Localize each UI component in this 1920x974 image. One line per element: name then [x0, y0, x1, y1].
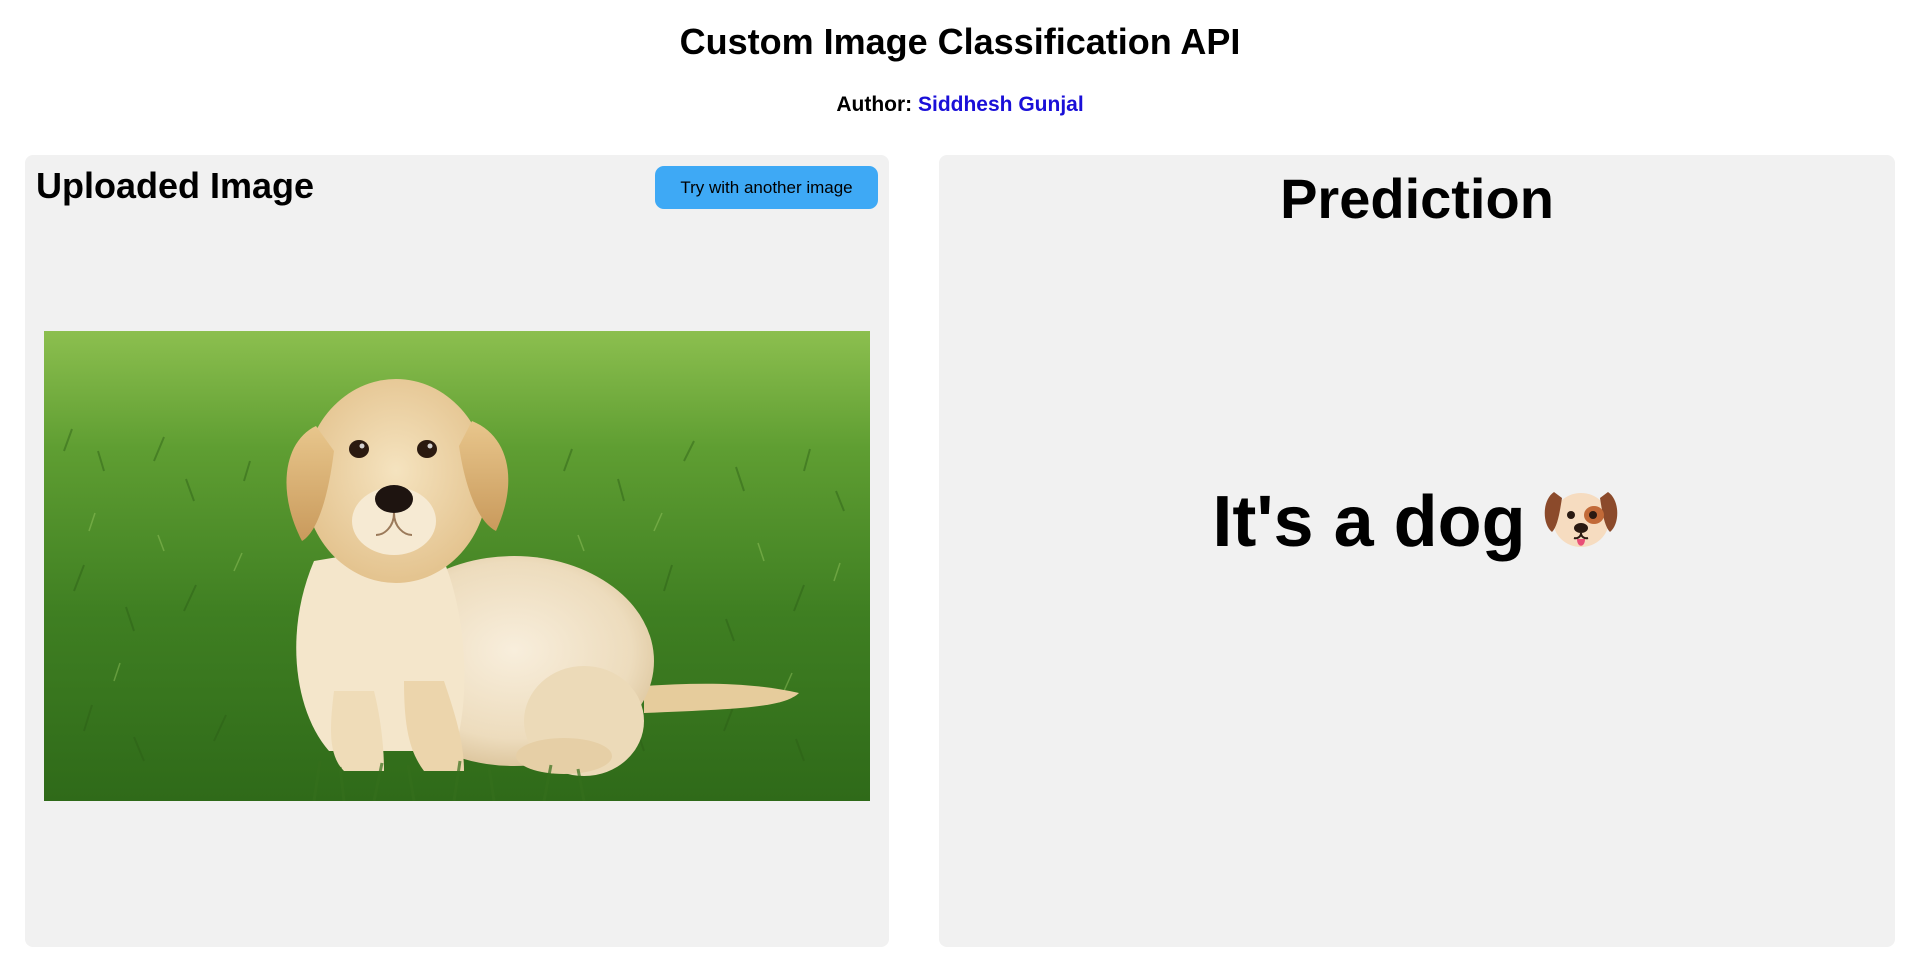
page-title: Custom Image Classification API	[679, 21, 1241, 62]
page-header: Custom Image Classification API Author: …	[0, 0, 1920, 117]
uploaded-image-title: Uploaded Image	[36, 165, 315, 206]
main-content: Uploaded Image Try with another image Pr…	[25, 155, 1895, 947]
try-another-image-button[interactable]: Try with another image	[655, 166, 878, 209]
prediction-panel: Prediction It's a dog	[939, 155, 1895, 947]
dog-face-icon	[1544, 492, 1617, 547]
author-link[interactable]: Siddhesh Gunjal	[918, 93, 1084, 116]
uploaded-image	[44, 331, 870, 801]
author-line: Author: Siddhesh Gunjal	[0, 93, 1920, 117]
uploaded-image-panel: Uploaded Image Try with another image	[25, 155, 889, 947]
prediction-text: It's a dog	[1212, 482, 1526, 562]
prediction-title: Prediction	[1280, 167, 1554, 230]
prediction-result: It's a dog	[939, 480, 1895, 564]
author-label: Author:	[836, 93, 913, 116]
